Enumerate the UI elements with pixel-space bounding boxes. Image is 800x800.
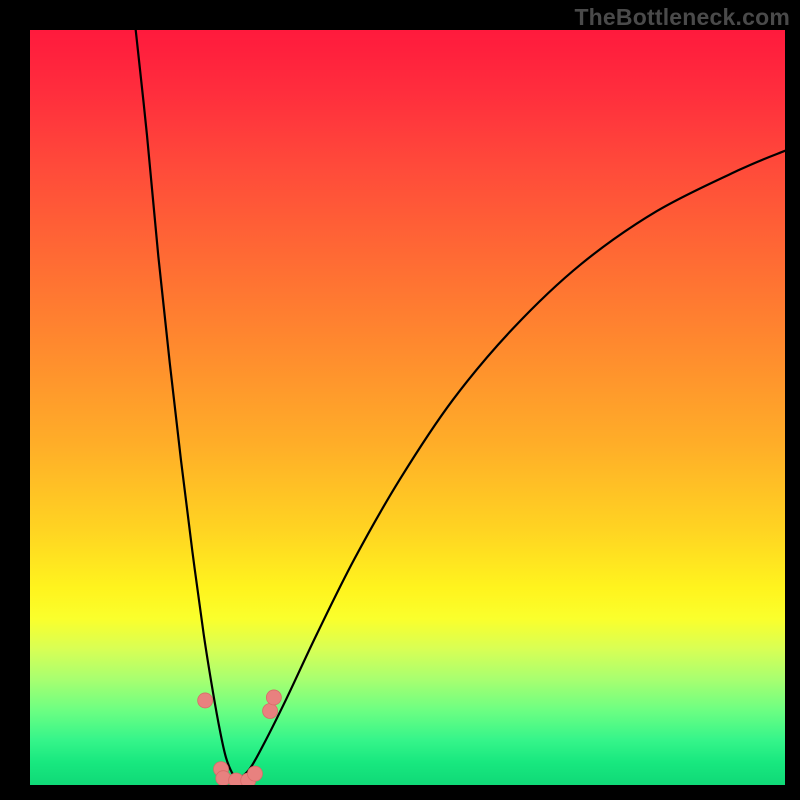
marker-dot [198, 693, 213, 708]
marker-dot [216, 771, 231, 785]
marker-dot [263, 704, 278, 719]
marker-group [198, 690, 282, 785]
curve-right-branch [234, 151, 785, 783]
watermark-text: TheBottleneck.com [574, 4, 790, 31]
curve-left-branch [136, 30, 242, 783]
outer-frame: TheBottleneck.com [0, 0, 800, 800]
marker-dot [247, 766, 262, 781]
chart-svg [30, 30, 785, 785]
marker-dot [266, 690, 281, 705]
plot-area [30, 30, 785, 785]
